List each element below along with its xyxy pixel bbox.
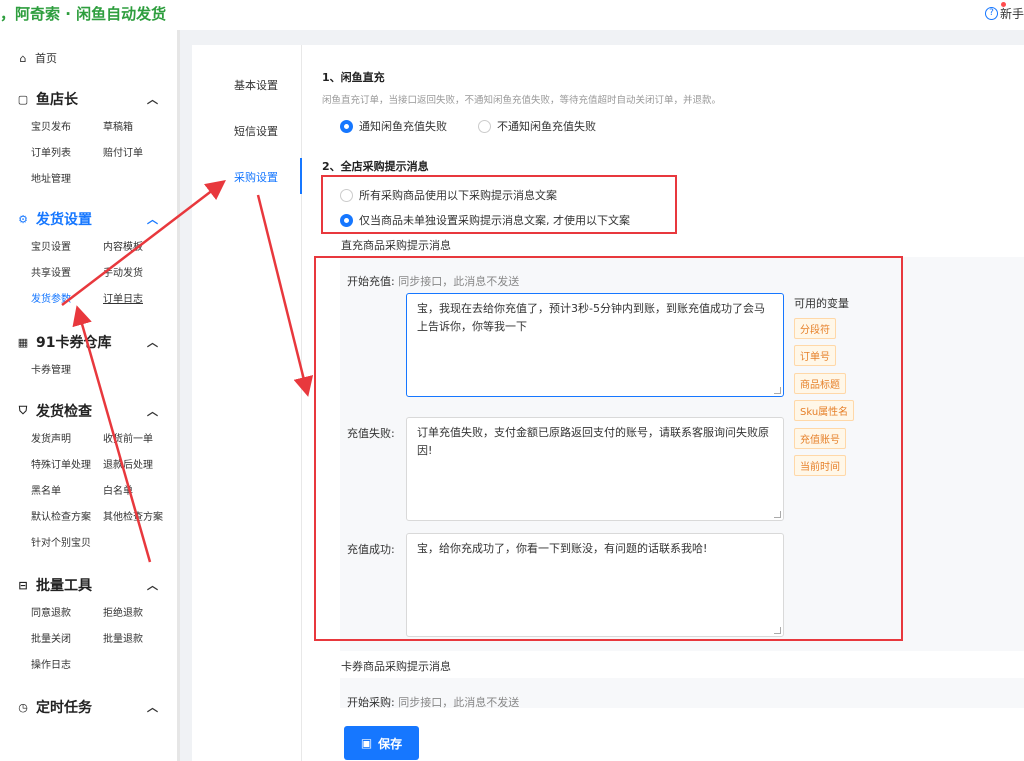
arrow-to-message-fields (256, 194, 314, 397)
arrow-to-purchase-tab (61, 179, 226, 306)
annotation-arrows (61, 179, 314, 563)
arrow-to-delivery-params (72, 305, 152, 563)
